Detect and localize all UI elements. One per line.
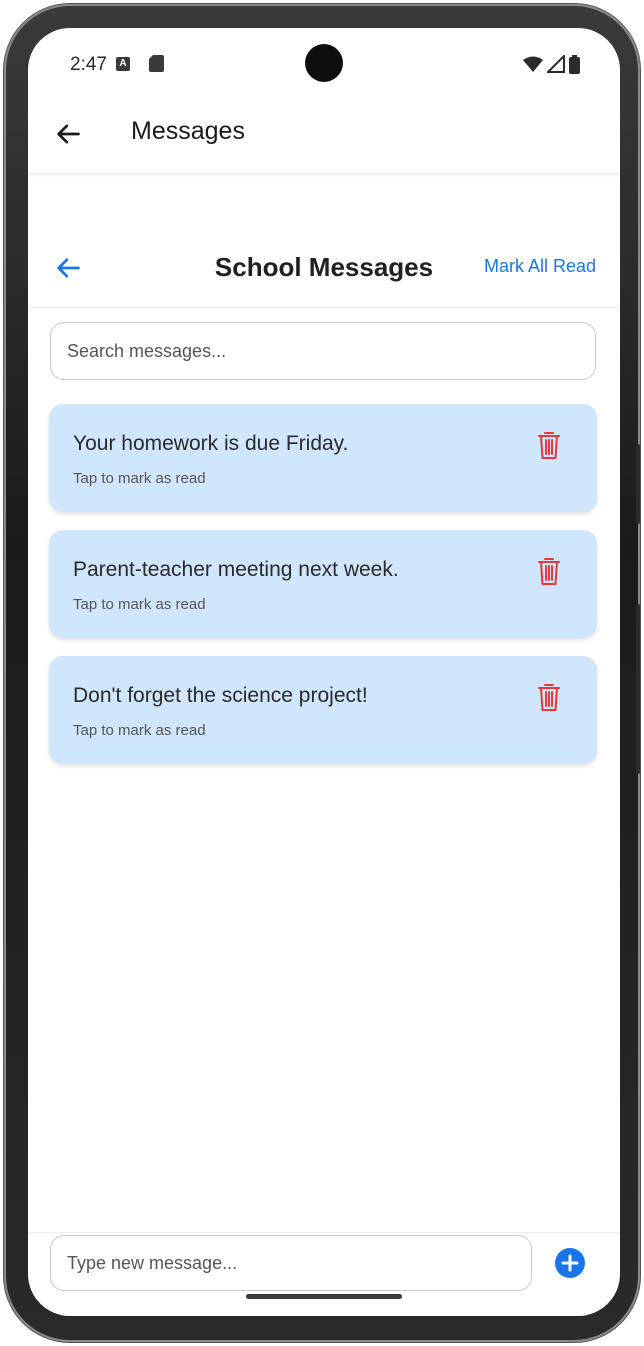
message-card[interactable]: Parent-teacher meeting next week. Tap to… [49,530,597,638]
battery-icon [569,54,580,74]
app-bar: Messages [28,98,620,174]
search-input[interactable] [50,322,596,380]
status-time: 2:47 [70,54,107,75]
message-text: Don't forget the science project! [73,684,368,707]
mark-all-read-button[interactable]: Mark All Read [484,256,596,277]
composer-bar [28,1232,620,1316]
sd-card-icon [149,55,164,72]
school-messages-header: School Messages Mark All Read [28,232,620,308]
screen: 2:47 A Messages School Messages Mark All… [28,28,620,1316]
volume-button [636,604,640,774]
new-message-input[interactable] [50,1235,532,1291]
status-bar: 2:47 A [28,28,620,98]
wifi-icon [523,56,543,72]
signal-icon [547,55,565,73]
phone-frame: 2:47 A Messages School Messages Mark All… [4,4,640,1342]
trash-icon[interactable] [537,556,561,586]
trash-icon[interactable] [537,430,561,460]
plus-circle-icon[interactable] [554,1247,586,1279]
front-camera [305,44,343,82]
message-hint: Tap to mark as read [73,596,206,613]
message-hint: Tap to mark as read [73,722,206,739]
notification-icon: A [116,57,130,71]
message-text: Your homework is due Friday. [73,432,349,455]
home-indicator[interactable] [246,1294,402,1299]
message-card[interactable]: Your homework is due Friday. Tap to mark… [49,404,597,512]
app-bar-title: Messages [131,117,245,145]
status-icons [523,54,580,74]
message-card[interactable]: Don't forget the science project! Tap to… [49,656,597,764]
power-button [636,444,640,524]
trash-icon[interactable] [537,682,561,712]
message-text: Parent-teacher meeting next week. [73,558,399,581]
message-hint: Tap to mark as read [73,470,206,487]
arrow-left-icon[interactable] [54,120,82,148]
message-list: Your homework is due Friday. Tap to mark… [49,404,597,782]
